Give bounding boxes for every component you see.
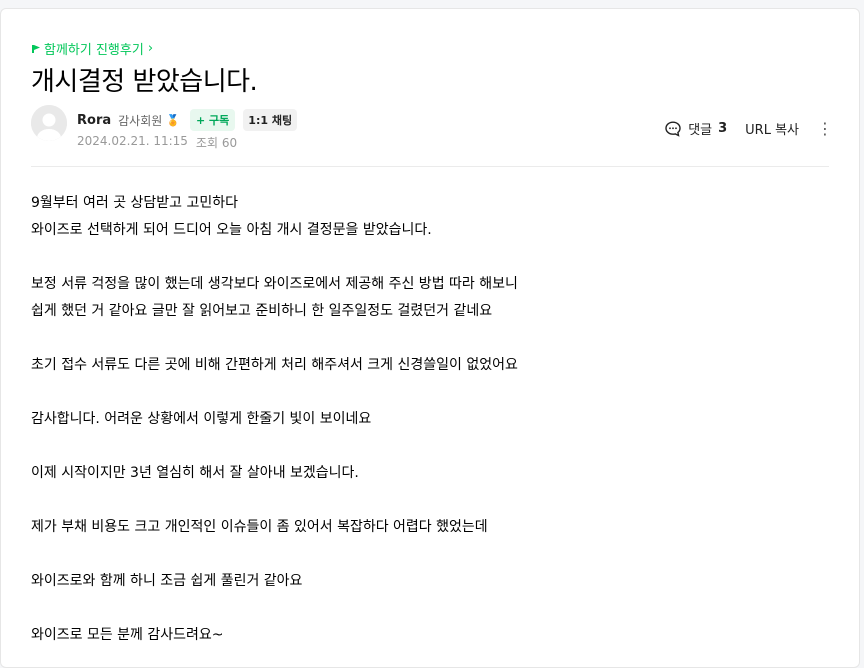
post-title: 개시결정 받았습니다. [31,67,258,97]
comment-button[interactable]: 댓글 3 [664,119,727,138]
comment-count: 3 [718,121,728,136]
comment-label: 댓글 [688,123,713,138]
body-paragraph: 쉽게 했던 거 같아요 글만 잘 읽어보고 준비하니 한 일주일정도 걸렸던거 … [31,303,493,319]
body-blank-line [31,595,821,622]
author-grade: 감사회원 [118,113,163,128]
breadcrumb-label: 함께하기 진행후기 [44,43,144,58]
comment-icon [665,120,681,137]
post-body: 9월부터 여러 곳 상담받고 고민하다와이즈로 선택하게 되어 드디어 오늘 아… [31,190,821,649]
body-blank-line [31,325,821,352]
body-blank-line [31,487,821,514]
body-paragraph: 와이즈로와 함께 하니 조금 쉽게 풀린거 같아요 [31,573,303,589]
flag-icon [32,44,40,53]
divider [31,166,829,167]
medal-icon: 🏅 [166,113,180,127]
url-copy-button[interactable]: URL 복사 [745,119,799,138]
author-nickname[interactable]: Rora [77,113,111,128]
body-blank-line [31,244,821,271]
post-meta: 2024.02.21. 11:15 조회 60 [77,134,237,151]
body-blank-line [31,433,821,460]
body-paragraph: 9월부터 여러 곳 상담받고 고민하다 [31,195,239,211]
body-paragraph: 이제 시작이지만 3년 열심히 해서 잘 살아내 보겠습니다. [31,465,359,481]
more-options-icon[interactable]: ⋮ [817,120,833,137]
body-paragraph: 보정 서류 걱정을 많이 했는데 생각보다 와이즈로에서 제공해 주신 방법 따… [31,276,518,292]
breadcrumb[interactable]: 함께하기 진행후기 › [32,39,153,58]
avatar[interactable] [31,105,67,141]
body-blank-line [31,541,821,568]
author-row: Rora 감사회원 🏅 + 구독 1:1 채팅 [77,109,298,131]
body-blank-line [31,379,821,406]
body-paragraph: 와이즈로 선택하게 되어 드디어 오늘 아침 개시 결정문을 받았습니다. [31,222,432,238]
body-paragraph: 감사합니다. 어려운 상황에서 이렇게 한줄기 빛이 보이네요 [31,411,372,427]
default-avatar-icon [31,105,67,141]
body-paragraph: 와이즈로 모든 분께 감사드려요~ [31,627,224,643]
post-actions: 댓글 3 URL 복사 ⋮ [664,119,833,138]
chevron-right-icon: › [147,41,154,56]
chat-button[interactable]: 1:1 채팅 [243,109,298,131]
subscribe-button[interactable]: + 구독 [190,109,236,131]
body-paragraph: 제가 부채 비용도 크고 개인적인 이슈들이 좀 있어서 복잡하다 어렵다 했었… [31,519,488,535]
body-paragraph: 초기 접수 서류도 다른 곳에 비해 간편하게 처리 해주셔서 크게 신경쓸일이… [31,357,518,373]
view-count: 조회 60 [195,136,238,150]
post-card: 함께하기 진행후기 › 개시결정 받았습니다. Rora 감사회원 🏅 + 구독… [0,8,860,668]
post-date: 2024.02.21. 11:15 [77,134,188,148]
